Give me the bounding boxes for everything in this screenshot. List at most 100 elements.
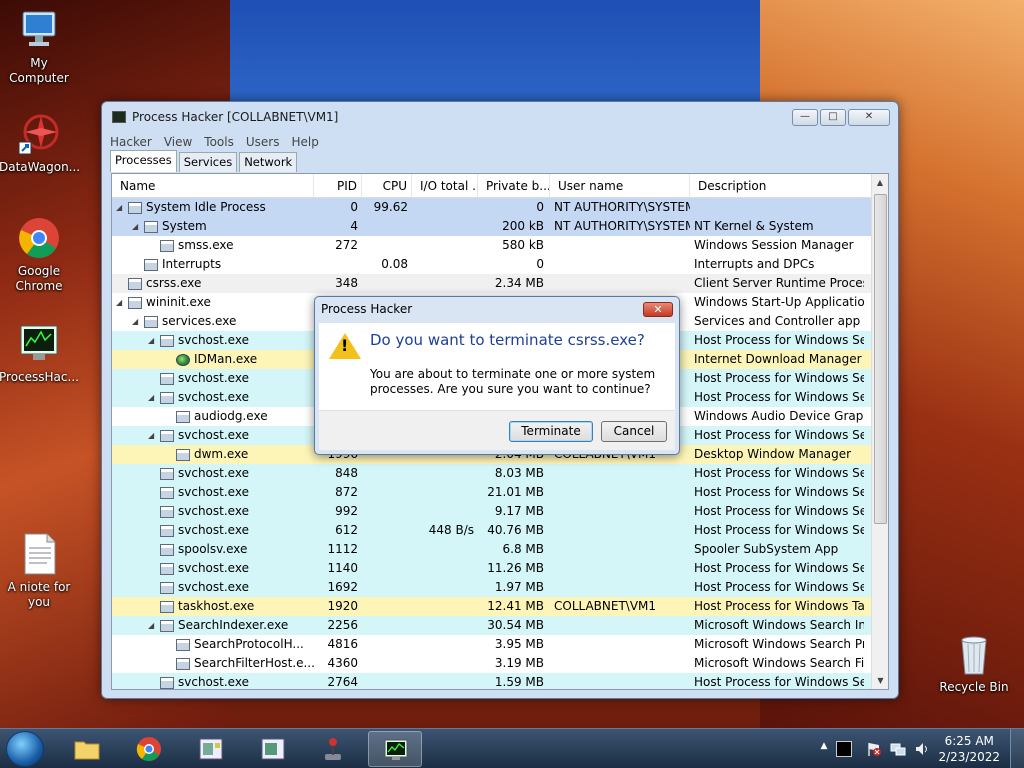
expand-arrow-icon[interactable]: ◢ [148,388,160,407]
process-user-name: NT AUTHORITY\SYSTEM [554,219,690,233]
column-header-cpu[interactable]: CPU [362,174,412,197]
process-name: svchost.exe [178,428,249,442]
column-header-io[interactable]: I/O total ... [412,174,478,197]
taskbar-clock[interactable]: 6:25 AM 2/23/2022 [938,733,1000,765]
process-window-icon [144,220,158,233]
terminate-button[interactable]: Terminate [509,421,593,442]
window-titlebar[interactable]: Process Hacker [COLLABNET\VM1] [102,102,898,132]
scroll-thumb[interactable] [874,194,887,524]
table-row[interactable]: taskhost.exe 1920 12.41 MB COLLABNET\VM1 Hos… [112,597,872,616]
process-name-cell: svchost.exe [112,483,314,502]
table-row[interactable]: smss.exe 272 580 kB Windows Session Manager [112,236,872,255]
process-pid: 872 [335,485,358,499]
desktop-icon-my-computer[interactable]: My Computer [0,8,79,86]
show-desktop-button[interactable] [1010,729,1024,768]
column-header-description[interactable]: Description [690,174,872,197]
table-row[interactable]: ◢ System 4 200 kB NT AUTHORITY\SYSTEM NT Kern… [112,217,872,236]
desktop-icon-recycle-bin[interactable]: Recycle Bin [934,632,1014,695]
process-name: smss.exe [178,238,234,252]
table-row[interactable]: SearchFilterHost.e... 4360 3.19 MB Microsof… [112,654,872,673]
column-header-name[interactable]: Name [112,174,314,197]
process-pid: 1692 [327,580,358,594]
app-icon [112,111,126,123]
process-private-bytes: 9.17 MB [494,504,544,518]
network-icon[interactable] [890,741,906,757]
show-hidden-icons-icon[interactable]: ▲ [816,741,832,757]
table-row[interactable]: svchost.exe 2764 1.59 MB Host Process for W… [112,673,872,689]
folder-icon [74,741,100,760]
column-header-private-bytes[interactable]: Private b... [478,174,550,197]
process-name-cell: svchost.exe [112,502,314,521]
taskbar-explorer[interactable] [60,731,114,767]
start-button[interactable] [6,731,44,767]
close-button[interactable]: ✕ [848,109,890,126]
table-row[interactable]: Interrupts 0.08 0 Interrupts and DPCs [112,255,872,274]
cancel-button[interactable]: Cancel [601,421,667,442]
tab-network[interactable]: Network [239,152,298,172]
process-cpu [362,654,412,673]
expand-arrow-icon[interactable]: ◢ [148,331,160,350]
column-header-pid[interactable]: PID [314,174,362,197]
table-row[interactable]: ◢ SearchIndexer.exe 2256 30.54 MB Microsoft … [112,616,872,635]
menu-view[interactable]: View [164,135,192,149]
table-row[interactable]: svchost.exe 1692 1.97 MB Host Process for W… [112,578,872,597]
menu-help[interactable]: Help [291,135,318,149]
tab-processes[interactable]: Processes [110,150,177,172]
process-pid: 4816 [327,637,358,651]
dialog-close-button[interactable]: ✕ [643,302,673,317]
expand-arrow-icon[interactable]: ◢ [116,293,128,312]
desktop-icon-processhacker[interactable]: ProcessHac... [0,322,79,385]
expand-arrow-icon[interactable]: ◢ [116,198,128,217]
scroll-up-icon[interactable]: ▲ [872,174,888,191]
process-pid: 1920 [327,599,358,613]
taskbar: ▲ 6:25 AM 2/23/2022 [0,728,1024,768]
table-row[interactable]: spoolsv.exe 1112 6.8 MB Spooler SubSystem A… [112,540,872,559]
desktop-icon-google-chrome[interactable]: Google Chrome [0,216,79,294]
process-name: svchost.exe [178,523,249,537]
process-name: svchost.exe [178,466,249,480]
dialog-footer: Terminate Cancel [319,410,675,450]
tray-app-icon[interactable] [836,741,852,757]
table-row[interactable]: svchost.exe 872 21.01 MB Host Process for W… [112,483,872,502]
menu-users[interactable]: Users [246,135,280,149]
scroll-down-icon[interactable]: ▼ [872,672,888,689]
process-description: Microsoft Windows Search In... [694,618,864,632]
taskbar-process-hacker[interactable] [368,731,422,767]
desktop-icon-datawagon[interactable]: DataWagon... [0,112,80,175]
table-row[interactable]: svchost.exe 612 448 B/s 40.76 MB Host Proces… [112,521,872,540]
column-header-user-name[interactable]: User name [550,174,690,197]
desktop-icon-label: ProcessHac... [0,370,79,384]
expand-arrow-icon[interactable]: ◢ [148,426,160,445]
expand-arrow-icon[interactable]: ◢ [132,217,144,236]
table-row[interactable]: svchost.exe 848 8.03 MB Host Process for Wi… [112,464,872,483]
menu-hacker[interactable]: Hacker [110,135,152,149]
taskbar-chrome[interactable] [122,731,176,767]
process-user-name: NT AUTHORITY\SYSTEM [554,200,690,214]
desktop-icon-note[interactable]: A niote for you [0,532,79,610]
taskbar-app-window[interactable] [184,731,238,767]
taskbar-joystick[interactable] [306,731,360,767]
table-row[interactable]: svchost.exe 992 9.17 MB Host Process for Wi… [112,502,872,521]
menu-tools[interactable]: Tools [204,135,234,149]
taskbar-app-window-2[interactable] [246,731,300,767]
process-window-icon [160,391,174,404]
process-io-total [412,540,478,559]
table-row[interactable]: SearchProtocolH... 4816 3.95 MB Microsoft W… [112,635,872,654]
process-io-total [412,559,478,578]
tab-services[interactable]: Services [178,152,238,172]
minimize-button[interactable]: — [792,109,818,126]
action-center-flag-icon[interactable] [866,741,882,757]
dialog-title: Process Hacker [321,302,413,316]
process-name: spoolsv.exe [178,542,248,556]
vertical-scrollbar[interactable]: ▲ ▼ [871,174,888,689]
maximize-button[interactable]: □ [820,109,846,126]
process-hacker-icon [384,739,408,760]
process-user-name [550,255,690,274]
table-row[interactable]: svchost.exe 1140 11.26 MB Host Process for … [112,559,872,578]
process-io-total [412,654,478,673]
expand-arrow-icon[interactable]: ◢ [148,616,160,635]
table-row[interactable]: csrss.exe 348 2.34 MB Client Server Runtime… [112,274,872,293]
expand-arrow-icon[interactable]: ◢ [132,312,144,331]
table-row[interactable]: ◢ System Idle Process 0 99.62 0 NT AUTHORITY\… [112,198,872,217]
volume-icon[interactable] [914,741,930,757]
